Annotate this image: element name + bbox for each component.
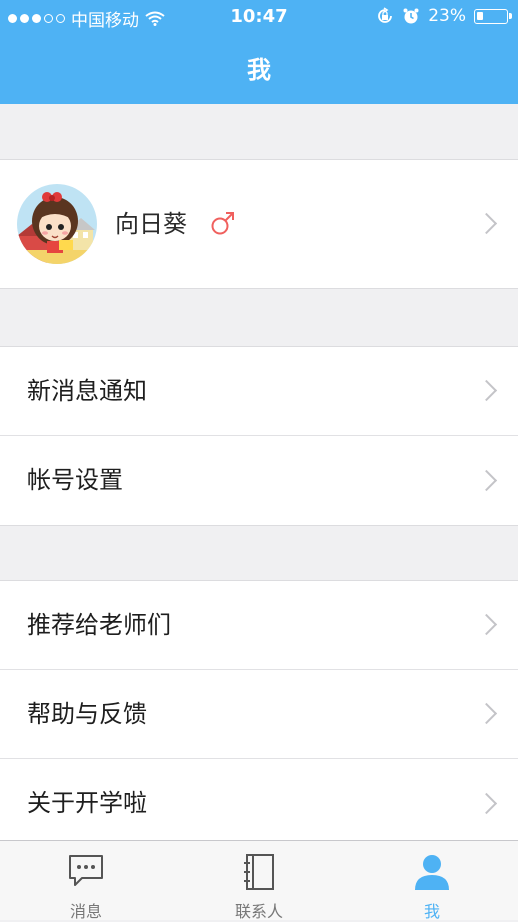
settings-item-label: 帮助与反馈 bbox=[27, 700, 147, 728]
profile-row[interactable]: 向日葵 bbox=[0, 160, 518, 288]
chevron-right-icon bbox=[475, 469, 498, 491]
profile-name: 向日葵 bbox=[115, 210, 187, 238]
chat-icon bbox=[69, 855, 103, 886]
profile-group: 向日葵 bbox=[0, 159, 518, 289]
tab-messages[interactable]: 消息 bbox=[0, 841, 172, 921]
settings-item-label: 帐号设置 bbox=[27, 466, 123, 494]
avatar bbox=[17, 184, 97, 264]
alarm-icon bbox=[403, 8, 419, 24]
battery-icon bbox=[474, 8, 512, 24]
chevron-right-icon bbox=[475, 212, 498, 235]
settings-item-label: 关于开学啦 bbox=[27, 789, 147, 817]
tab-bar: 消息 联系人 我 bbox=[0, 840, 518, 921]
settings-item-new-message-notification[interactable]: 新消息通知 bbox=[0, 347, 518, 436]
chevron-right-icon bbox=[475, 613, 498, 636]
settings-item-account-settings[interactable]: 帐号设置 bbox=[0, 436, 518, 525]
top-bar: 中国移动 10:47 23% 我 bbox=[0, 0, 518, 104]
chevron-right-icon bbox=[475, 792, 498, 814]
settings-group-2: 推荐给老师们 帮助与反馈 关于开学啦 bbox=[0, 580, 518, 848]
settings-item-help-feedback[interactable]: 帮助与反馈 bbox=[0, 670, 518, 759]
status-bar: 中国移动 10:47 23% bbox=[0, 0, 518, 34]
settings-group-1: 新消息通知 帐号设置 bbox=[0, 346, 518, 526]
battery-percent: 23% bbox=[428, 6, 466, 26]
chevron-right-icon bbox=[475, 702, 498, 725]
tab-label: 联系人 bbox=[234, 902, 283, 921]
settings-item-about[interactable]: 关于开学啦 bbox=[0, 759, 518, 848]
settings-item-label: 新消息通知 bbox=[27, 377, 147, 405]
tab-label: 消息 bbox=[69, 902, 102, 921]
contacts-icon bbox=[244, 854, 274, 890]
male-gender-icon bbox=[211, 212, 234, 235]
tab-label: 我 bbox=[423, 902, 440, 921]
settings-item-recommend-to-teachers[interactable]: 推荐给老师们 bbox=[0, 581, 518, 670]
page-title: 我 bbox=[247, 56, 271, 84]
chevron-right-icon bbox=[475, 379, 498, 402]
rotation-lock-icon bbox=[378, 7, 393, 23]
person-icon bbox=[415, 855, 449, 890]
tab-me[interactable]: 我 bbox=[346, 841, 518, 921]
settings-item-label: 推荐给老师们 bbox=[27, 611, 171, 639]
tab-contacts[interactable]: 联系人 bbox=[173, 841, 345, 921]
